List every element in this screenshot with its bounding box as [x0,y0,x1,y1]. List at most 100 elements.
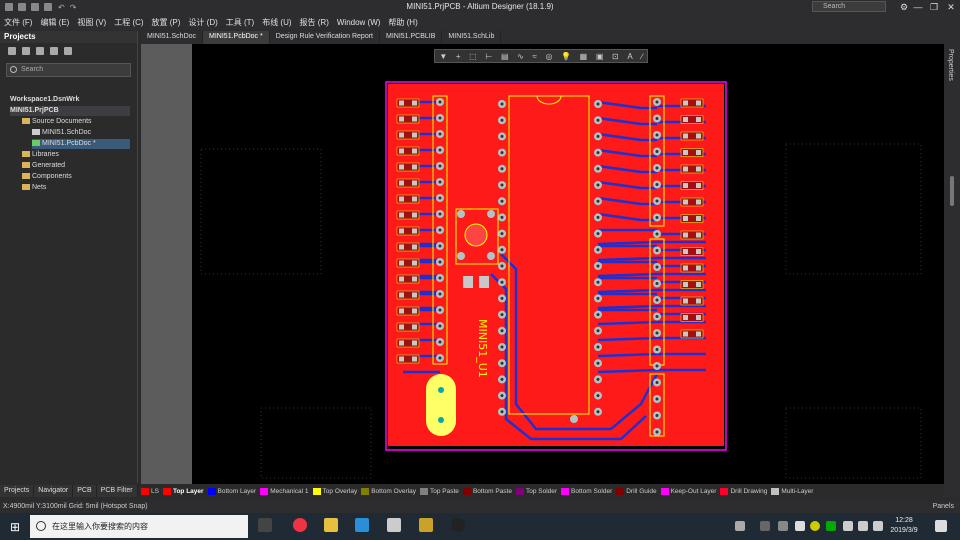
menu-reports[interactable]: 报告 (R) [296,17,333,28]
tab-projects[interactable]: Projects [0,485,35,497]
menu-design[interactable]: 设计 (D) [184,17,221,28]
select-icon[interactable]: ⬚ [469,52,477,61]
notification-icon[interactable] [935,520,947,532]
ime-icon[interactable] [735,521,745,531]
layer-tab[interactable]: Top Layer [162,487,204,495]
tab-pcb-filter[interactable]: PCB Filter [96,485,138,497]
tree-nets[interactable]: Nets [22,183,46,193]
layer-tab[interactable]: Drill Drawing [720,487,768,496]
tree-project[interactable]: MINI51.PrjPCB [10,106,130,116]
altium-icon[interactable] [419,518,433,532]
doctab-pcblib[interactable]: MINI51.PCBLIB [380,31,443,44]
layer-tab[interactable]: Bottom Layer [207,487,256,495]
tab-navigator[interactable]: Navigator [34,485,74,497]
layer-tab[interactable]: Top Overlay [312,487,357,495]
menu-file[interactable]: 文件 (F) [0,17,36,28]
tree-components[interactable]: Components [22,172,72,182]
measure-icon[interactable]: ⊡ [612,52,619,61]
doctab-pcbdoc[interactable]: MINI51.PcbDoc * [203,31,270,44]
fill-icon[interactable]: ▦ [580,52,588,61]
tree-generated[interactable]: Generated [22,161,65,171]
doctab-schdoc[interactable]: MINI51.SchDoc [141,31,204,44]
global-search-input[interactable]: Search [812,1,886,12]
component-icon[interactable]: ▤ [501,52,509,61]
pcb-drawing[interactable]: MINI51_U1 [141,44,944,484]
menu-project[interactable]: 工程 (C) [110,17,147,28]
projects-search-input[interactable]: Search [6,63,131,77]
layer-tab[interactable]: Drill Guide [616,487,657,495]
menu-route[interactable]: 布线 (U) [258,17,295,28]
tree-workspace[interactable]: Workspace1.DsnWrk [10,95,79,105]
tree-libraries[interactable]: Libraries [22,150,59,160]
bulb-icon[interactable]: 💡 [561,52,571,61]
maximize-button[interactable]: ❐ [927,1,941,13]
layer-tab[interactable]: Bottom Paste [462,487,512,495]
project-save-icon[interactable] [8,47,16,55]
menu-window[interactable]: Window (W) [333,18,385,27]
polygon-icon[interactable]: ▣ [596,52,604,61]
tray-icon[interactable] [795,521,805,531]
properties-tab[interactable]: Properties [947,49,954,81]
doctab-drc-report[interactable]: Design Rule Verification Report [270,31,380,44]
search-icon [10,66,17,73]
layer-tab[interactable]: LS [141,487,159,495]
project-folder-icon[interactable] [36,47,44,55]
layer-tab[interactable]: Bottom Overlay [361,487,416,495]
menu-help[interactable]: 帮助 (H) [384,17,421,28]
tab-pcb[interactable]: PCB [73,485,97,497]
tray-icon[interactable] [810,521,820,531]
smd-pad [412,340,417,346]
volume-icon[interactable] [858,521,868,531]
store-icon[interactable] [355,518,369,532]
network-icon[interactable] [843,521,853,531]
cross-icon[interactable]: + [456,52,461,61]
menu-tools[interactable]: 工具 (T) [222,17,258,28]
layer-label: Drill Drawing [730,488,768,496]
close-button[interactable]: ✕ [944,1,958,13]
file-explorer-icon[interactable] [324,518,338,532]
smd-pad [696,216,701,221]
pad-hole [655,133,659,137]
route-icon[interactable]: ∿ [517,52,524,61]
layer-tab[interactable]: Bottom Solder [561,487,612,495]
project-open-icon[interactable] [22,47,30,55]
minimize-button[interactable]: — [911,1,925,13]
tree-source-documents[interactable]: Source Documents [22,117,92,127]
project-settings-icon[interactable] [64,47,72,55]
doctab-schlib[interactable]: MINI51.SchLib [442,31,502,44]
taskbar-search-input[interactable]: 在这里输入你要搜索的内容 [30,515,248,538]
tree-schdoc[interactable]: MINI51.SchDoc [32,128,91,138]
settings-icon[interactable]: ⚙ [897,1,911,13]
qq-icon[interactable] [451,518,465,532]
panels-button[interactable]: Panels [933,501,954,513]
tree-label: Nets [32,184,47,191]
layer-tab[interactable]: Keep-Out Layer [660,487,716,495]
menu-place[interactable]: 放置 (P) [148,17,185,28]
menu-edit[interactable]: 编辑 (E) [36,17,73,28]
taskbar-clock[interactable]: 12:28 2019/3/9 [880,516,928,536]
menu-view[interactable]: 视图 (V) [73,17,110,28]
layer-label: Multi-Layer [781,488,814,496]
layer-tab[interactable]: Top Paste [420,487,459,495]
layer-tab[interactable]: Mechanical 1 [260,487,309,495]
tray-icon[interactable] [778,521,788,531]
text-icon[interactable]: A [627,52,632,61]
layer-tab[interactable]: Multi-Layer [771,487,814,496]
mail-icon[interactable] [387,518,401,532]
diff-pair-icon[interactable]: ≈ [532,52,536,61]
chrome-icon[interactable] [293,518,307,532]
filter-icon[interactable]: ▼ [439,52,447,61]
layer-tab[interactable]: Top Solder [515,487,557,495]
via-icon[interactable]: ◎ [545,52,552,61]
pad-hole [438,228,442,232]
scrollbar-thumb[interactable] [950,176,954,206]
tray-icon[interactable] [826,521,836,531]
task-view-icon[interactable] [258,518,272,532]
align-icon[interactable]: ⊢ [485,52,492,61]
tray-icon[interactable] [760,521,770,531]
windows-start-icon[interactable]: ⊞ [10,520,20,534]
line-icon[interactable]: ∕ [641,52,642,61]
tree-pcbdoc[interactable]: MINI51.PcbDoc * [32,139,130,149]
project-add-icon[interactable] [50,47,58,55]
properties-side-panel[interactable]: Properties [944,31,960,497]
